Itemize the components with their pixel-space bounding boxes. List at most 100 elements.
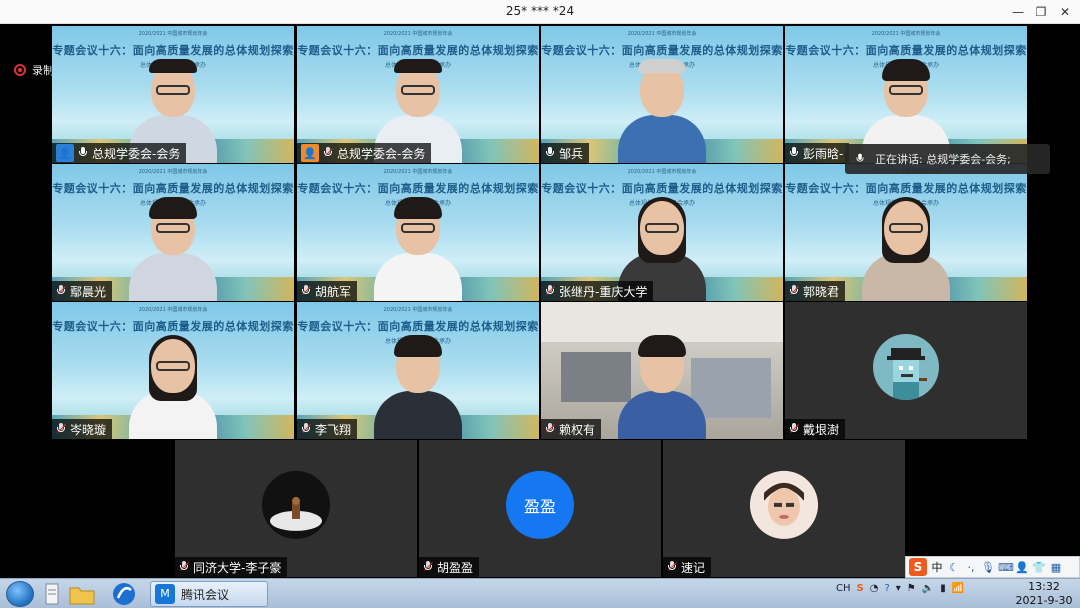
tencent-meeting-icon: M	[155, 584, 175, 604]
video-tile[interactable]: 2020/2021 中国城市规划年会 专题会议十六：面向高质量发展的总体规划探索…	[52, 302, 294, 439]
mic-muted-icon	[423, 561, 433, 573]
microphone-icon[interactable]: 🎙	[981, 561, 995, 574]
ime-tray-icon[interactable]: ◔	[870, 583, 879, 594]
taskbar: M 腾讯会议 CH S ◔ ? ▾ ⚑ 🔈 ▮ 📶 13:32 2021-9-3…	[0, 578, 1080, 608]
banner-title: 专题会议十六：面向高质量发展的总体规划探索	[297, 320, 539, 333]
speaking-text: 正在讲话: 总规学委会-会务;	[875, 153, 1011, 166]
flag-icon[interactable]: ⚑	[907, 583, 916, 594]
video-tile[interactable]: 2020/2021 中国城市规划年会 专题会议十六：面向高质量发展的总体规划探索…	[52, 164, 294, 301]
participant-video	[370, 335, 466, 439]
participant-name: 赖权有	[559, 422, 596, 437]
participant-video	[370, 197, 466, 301]
participant-name: 鄢晨光	[70, 284, 107, 299]
banner-title: 专题会议十六：面向高质量发展的总体规划探索	[785, 182, 1027, 195]
participant-name-tag: 鄢晨光	[52, 281, 113, 301]
mic-icon	[545, 147, 555, 159]
user-icon[interactable]: 👤	[1015, 561, 1029, 574]
participant-name: 张继丹-重庆大学	[559, 284, 648, 299]
pixel-character-icon	[887, 347, 927, 400]
banner-title: 专题会议十六：面向高质量发展的总体规划探索	[52, 44, 294, 57]
network-icon[interactable]: 📶	[952, 583, 964, 594]
browser-icon[interactable]	[110, 582, 138, 606]
moon-icon[interactable]: ☾	[947, 561, 961, 574]
video-tile[interactable]: 戴垠澍	[785, 302, 1027, 439]
participant-name-tag: 张继丹-重庆大学	[541, 281, 654, 301]
participant-name: 胡盈盈	[437, 560, 474, 575]
video-tile[interactable]: 2020/2021 中国城市规划年会 专题会议十六：面向高质量发展的总体规划探索…	[297, 26, 539, 163]
clock[interactable]: 13:32 2021-9-30	[1012, 580, 1076, 608]
participant-avatar	[262, 470, 330, 539]
close-button[interactable]: ✕	[1054, 2, 1076, 22]
banner-small-text: 2020/2021 中国城市规划年会	[871, 31, 941, 37]
participant-name: 总规学委会-会务	[337, 146, 426, 161]
mic-icon	[789, 147, 799, 159]
participant-video	[858, 197, 954, 301]
video-tile[interactable]: 2020/2021 中国城市规划年会 专题会议十六：面向高质量发展的总体规划探索…	[785, 26, 1027, 163]
participant-name: 速记	[681, 560, 706, 575]
banner-title: 专题会议十六：面向高质量发展的总体规划探索	[785, 44, 1027, 57]
video-tile[interactable]: 赖权有	[541, 302, 783, 439]
keyboard-icon[interactable]: ⌨	[998, 561, 1014, 574]
battery-icon[interactable]: ▮	[940, 583, 946, 594]
mic-muted-icon	[323, 147, 333, 159]
participant-avatar	[873, 333, 939, 400]
mic-muted-icon	[301, 423, 311, 435]
participant-name-tag: 👤 总规学委会-会务	[52, 143, 187, 163]
video-tile[interactable]: 2020/2021 中国城市规划年会 专题会议十六：面向高质量发展的总体规划探索…	[785, 164, 1027, 301]
participant-name-tag: 戴垠澍	[785, 419, 846, 439]
video-tile[interactable]: 2020/2021 中国城市规划年会 专题会议十六：面向高质量发展的总体规划探索…	[297, 164, 539, 301]
help-icon[interactable]: ?	[884, 583, 889, 594]
video-tile[interactable]: 2020/2021 中国城市规划年会 专题会议十六：面向高质量发展的总体规划探索…	[541, 164, 783, 301]
mic-muted-icon	[301, 285, 311, 297]
participant-video	[614, 335, 710, 439]
taskbar-app-label: 腾讯会议	[181, 587, 230, 602]
participant-name: 岑晓璇	[70, 422, 107, 437]
banner-title: 专题会议十六：面向高质量发展的总体规划探索	[297, 182, 539, 195]
start-button[interactable]	[6, 581, 34, 607]
participant-avatar	[750, 470, 818, 539]
mic-muted-icon	[56, 423, 66, 435]
banner-title: 专题会议十六：面向高质量发展的总体规划探索	[52, 182, 294, 195]
ime-mode[interactable]: 中	[930, 559, 944, 575]
taskbar-app-tencent-meeting[interactable]: M 腾讯会议	[150, 581, 268, 607]
skin-icon[interactable]: 👕	[1032, 561, 1046, 574]
participant-video	[125, 335, 221, 439]
restore-button[interactable]: ❐	[1030, 2, 1052, 22]
tray-arrow-icon[interactable]: ▾	[896, 583, 901, 594]
mic-muted-icon	[179, 561, 189, 573]
minimize-button[interactable]: —	[1007, 2, 1029, 22]
speaker-icon[interactable]: 🔈	[922, 583, 934, 594]
sogou-tray-icon[interactable]: S	[857, 583, 864, 594]
participant-name: 邹兵	[559, 146, 584, 161]
spotlight-figure-icon	[270, 496, 322, 531]
language-indicator[interactable]: CH	[836, 583, 851, 594]
sogou-logo-icon: S	[909, 558, 927, 576]
participant-name-tag: 李飞翔	[297, 419, 358, 439]
mic-icon	[78, 147, 88, 159]
video-tile[interactable]: 2020/2021 中国城市规划年会 专题会议十六：面向高质量发展的总体规划探索…	[541, 26, 783, 163]
participant-name-tag: 岑晓璇	[52, 419, 113, 439]
folder-icon[interactable]	[68, 582, 96, 606]
participant-name-tag: 同济大学-李子豪	[175, 557, 288, 577]
video-tile[interactable]: 2020/2021 中国城市规划年会 专题会议十六：面向高质量发展的总体规划探索…	[297, 302, 539, 439]
speaking-indicator: 正在讲话: 总规学委会-会务;	[845, 144, 1050, 174]
video-tile[interactable]: 盈盈 胡盈盈	[419, 440, 661, 577]
participant-name-tag: 速记	[663, 557, 712, 577]
video-tile[interactable]: 同济大学-李子豪	[175, 440, 417, 577]
banner-small-text: 2020/2021 中国城市规划年会	[383, 31, 453, 37]
banner-small-text: 2020/2021 中国城市规划年会	[627, 31, 697, 37]
video-tile[interactable]: 速记	[663, 440, 905, 577]
banner-small-text: 2020/2021 中国城市规划年会	[383, 307, 453, 313]
host-badge-icon: 👤	[56, 144, 74, 162]
initials-avatar: 盈盈	[506, 470, 574, 539]
ime-toolbar[interactable]: S 中 ☾ ·, 🎙 ⌨ 👤 👕 ▦	[905, 556, 1080, 578]
participant-name-tag: 邹兵	[541, 143, 590, 163]
video-tile[interactable]: 2020/2021 中国城市规划年会 专题会议十六：面向高质量发展的总体规划探索…	[52, 26, 294, 163]
grid-icon[interactable]: ▦	[1049, 561, 1063, 574]
banner-small-text: 2020/2021 中国城市规划年会	[138, 169, 208, 175]
user-photo-icon	[750, 470, 818, 539]
title-bar: 25* *** *24 — ❐ ✕	[0, 0, 1080, 24]
banner-title: 专题会议十六：面向高质量发展的总体规划探索	[297, 44, 539, 57]
banner-small-text: 2020/2021 中国城市规划年会	[383, 169, 453, 175]
punctuation-icon[interactable]: ·,	[964, 561, 978, 574]
